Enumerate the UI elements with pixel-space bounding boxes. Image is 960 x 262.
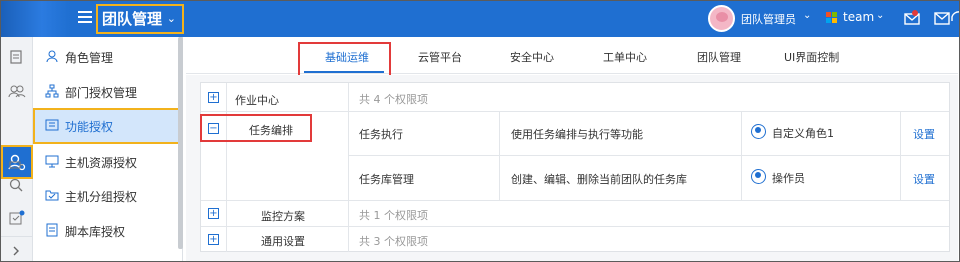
window-frame	[0, 0, 960, 262]
